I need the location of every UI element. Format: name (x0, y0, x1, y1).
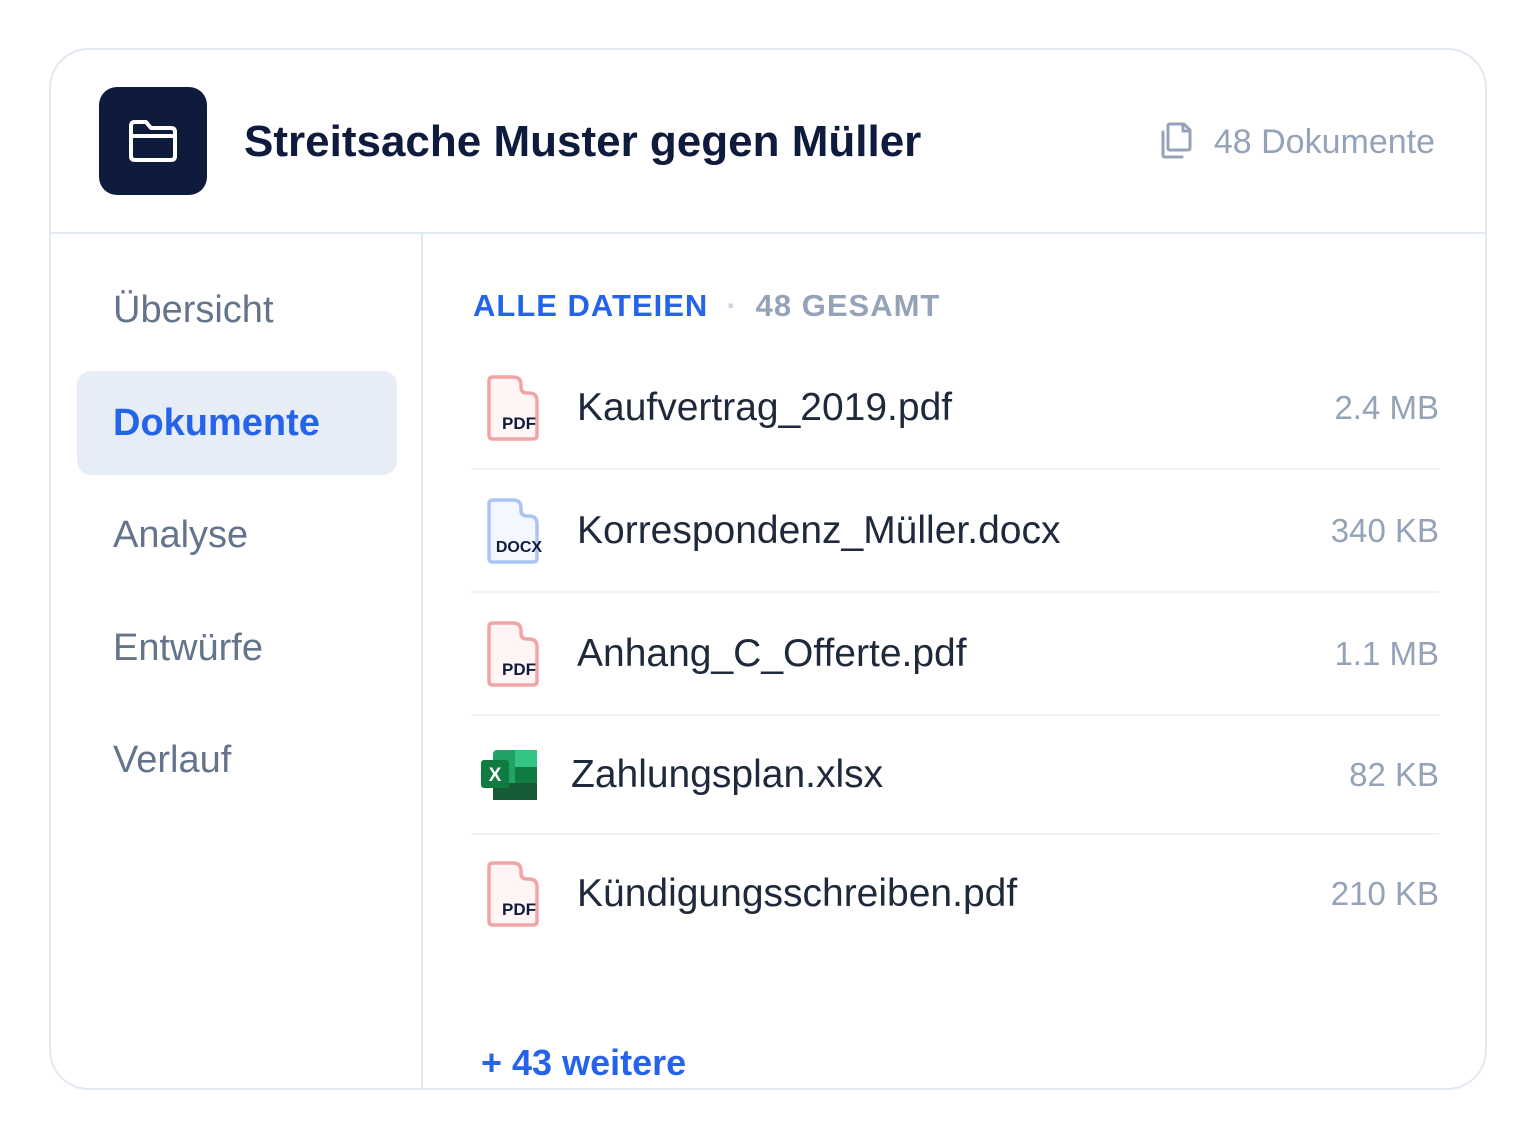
folder-icon (99, 87, 207, 195)
file-size: 210 KB (1330, 875, 1439, 912)
section-total: 48 GESAMT (755, 288, 941, 323)
file-size: 2.4 MB (1334, 389, 1439, 426)
card-header: Streitsache Muster gegen Müller 48 Dokum… (51, 50, 1485, 234)
excel-file-icon: X (477, 740, 547, 810)
pdf-file-icon: PDF (477, 373, 547, 443)
file-name: Korrespondenz_Müller.docx (577, 509, 1061, 552)
docx-file-icon: DOCX (477, 496, 547, 566)
pdf-type-label: PDF (502, 414, 536, 433)
section-header: ALLE DATEIEN · 48 GESAMT (473, 286, 940, 326)
docx-type-label: DOCX (496, 539, 543, 556)
file-size: 82 KB (1349, 756, 1439, 793)
sidebar-item-verlauf[interactable]: Verlauf (77, 708, 397, 812)
file-row[interactable]: PDF Kaufvertrag_2019.pdf 2.4 MB (471, 348, 1439, 470)
sidebar-item-analyse[interactable]: Analyse (77, 483, 397, 587)
case-title: Streitsache Muster gegen Müller (244, 117, 922, 166)
file-size: 340 KB (1330, 512, 1439, 549)
file-name: Zahlungsplan.xlsx (571, 753, 884, 796)
xlsx-type-label: X (489, 765, 502, 786)
sidebar-item-uebersicht[interactable]: Übersicht (77, 258, 397, 362)
pdf-file-icon: PDF (477, 619, 547, 689)
sidebar-item-entwuerfe[interactable]: Entwürfe (77, 596, 397, 700)
pdf-type-label: PDF (502, 900, 536, 919)
file-name: Anhang_C_Offerte.pdf (577, 632, 967, 675)
file-name: Kaufvertrag_2019.pdf (577, 386, 953, 429)
sidebar-item-dokumente[interactable]: Dokumente (77, 371, 397, 475)
pdf-file-icon: PDF (477, 859, 547, 929)
copy-icon (1158, 120, 1194, 165)
pdf-type-label: PDF (502, 660, 536, 679)
more-files-link[interactable]: + 43 weitere (481, 1042, 686, 1084)
section-label: ALLE DATEIEN (473, 288, 709, 323)
file-name: Kündigungsschreiben.pdf (577, 872, 1018, 915)
file-size: 1.1 MB (1334, 635, 1439, 672)
document-count-label: 48 Dokumente (1213, 122, 1435, 161)
section-separator: · (726, 288, 738, 323)
file-row[interactable]: X Zahlungsplan.xlsx 82 KB (471, 717, 1439, 835)
case-card: Streitsache Muster gegen Müller 48 Dokum… (49, 48, 1487, 1090)
file-row[interactable]: PDF Kündigungsschreiben.pdf 210 KB (471, 835, 1439, 953)
file-row[interactable]: PDF Anhang_C_Offerte.pdf 1.1 MB (471, 594, 1439, 716)
file-row[interactable]: DOCX Korrespondenz_Müller.docx 340 KB (471, 471, 1439, 593)
document-count: 48 Dokumente (1158, 120, 1435, 164)
file-list-panel: ALLE DATEIEN · 48 GESAMT PDF Kaufvertrag_2… (423, 234, 1485, 1088)
sidebar-nav: Übersicht Dokumente Analyse Entwürfe Ver… (51, 234, 423, 1088)
